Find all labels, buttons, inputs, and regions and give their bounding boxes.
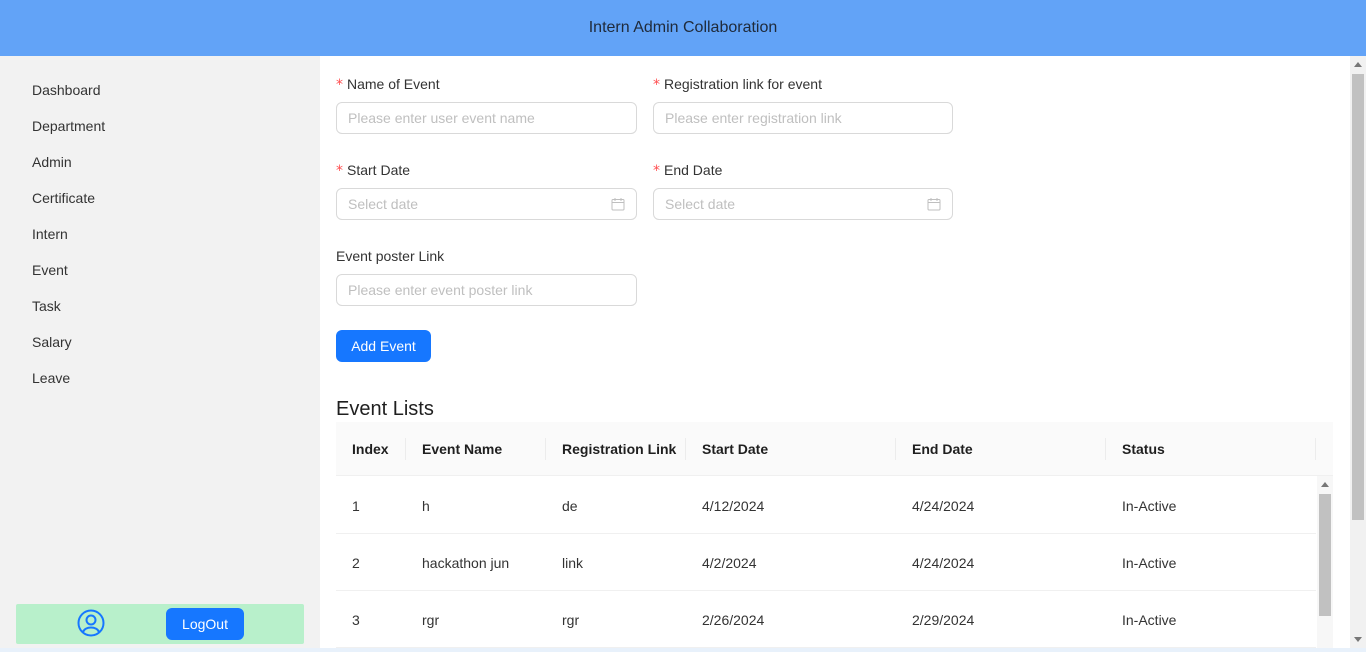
table-row[interactable]: 1 h de 4/12/2024 4/24/2024 In-Active [336, 477, 1316, 534]
cell-event-name: hackathon jun [422, 554, 510, 571]
main-content: * Name of Event Please enter user event n… [320, 56, 1350, 652]
cell-status: In-Active [1122, 497, 1177, 514]
table-scrollbar-thumb[interactable] [1319, 494, 1331, 616]
sidebar: Dashboard Department Admin Certificate I… [0, 56, 320, 652]
end-date-picker[interactable]: Select date [653, 188, 953, 220]
registration-link-label: * Registration link for event [653, 76, 822, 93]
logout-button[interactable]: LogOut [166, 608, 244, 640]
cell-registration-link: rgr [562, 611, 580, 628]
calendar-icon [927, 198, 941, 211]
poster-link-label: Event poster Link [336, 248, 445, 264]
cell-event-name: rgr [422, 611, 440, 628]
sidebar-item-leave[interactable]: Leave [32, 370, 70, 386]
poster-link-input[interactable]: Please enter event poster link [336, 274, 637, 306]
column-divider [895, 438, 896, 460]
column-header-registration-link[interactable]: Registration Link [562, 422, 676, 476]
sidebar-item-certificate[interactable]: Certificate [32, 190, 95, 206]
table-row[interactable]: 3 rgr rgr 2/26/2024 2/29/2024 In-Active [336, 591, 1316, 648]
sidebar-item-dashboard[interactable]: Dashboard [32, 82, 101, 98]
sidebar-item-intern[interactable]: Intern [32, 226, 68, 242]
cell-start-date: 4/2/2024 [702, 554, 757, 571]
cell-event-name: h [422, 497, 430, 514]
bottom-edge [0, 648, 1366, 652]
column-header-index[interactable]: Index [352, 422, 389, 476]
column-divider [545, 438, 546, 460]
cell-end-date: 2/29/2024 [912, 611, 975, 628]
column-header-start-date[interactable]: Start Date [702, 422, 768, 476]
column-divider [685, 438, 686, 460]
required-mark: * [653, 163, 660, 179]
event-name-input[interactable]: Please enter user event name [336, 102, 637, 134]
table-row[interactable]: 2 hackathon jun link 4/2/2024 4/24/2024 … [336, 534, 1316, 591]
required-mark: * [336, 77, 343, 93]
cell-end-date: 4/24/2024 [912, 554, 975, 571]
app-title: Intern Admin Collaboration [588, 19, 778, 36]
scroll-down-arrow-icon[interactable] [1354, 637, 1362, 642]
cell-index: 1 [352, 497, 360, 514]
add-event-button[interactable]: Add Event [336, 330, 431, 362]
start-date-label: * Start Date [336, 162, 411, 179]
end-date-label: * End Date [653, 162, 723, 179]
column-divider [1315, 438, 1316, 460]
event-table: Index Event Name Registration Link Start… [336, 422, 1333, 652]
sidebar-item-admin[interactable]: Admin [32, 154, 72, 170]
cell-registration-link: link [562, 554, 584, 571]
sidebar-item-event[interactable]: Event [32, 262, 68, 278]
scroll-up-arrow-icon[interactable] [1321, 482, 1329, 487]
page-scrollbar-thumb[interactable] [1352, 74, 1364, 520]
cell-end-date: 4/24/2024 [912, 497, 975, 514]
sidebar-item-department[interactable]: Department [32, 118, 105, 134]
sidebar-footer: LogOut [16, 604, 304, 644]
start-date-picker[interactable]: Select date [336, 188, 637, 220]
cell-index: 3 [352, 611, 360, 628]
registration-link-input[interactable]: Please enter registration link [653, 102, 953, 134]
required-mark: * [336, 163, 343, 179]
cell-index: 2 [352, 554, 360, 571]
cell-registration-link: de [562, 497, 578, 514]
event-name-label: * Name of Event [336, 76, 440, 93]
column-header-event-name[interactable]: Event Name [422, 422, 502, 476]
scroll-up-arrow-icon[interactable] [1354, 62, 1362, 67]
app-header: Intern Admin Collaboration [0, 0, 1366, 56]
user-circle-icon[interactable] [76, 608, 106, 638]
sidebar-item-task[interactable]: Task [32, 298, 61, 314]
cell-status: In-Active [1122, 611, 1177, 628]
page-scrollbar[interactable] [1350, 56, 1366, 652]
column-divider [1105, 438, 1106, 460]
event-list-title: Event Lists [336, 398, 434, 420]
cell-start-date: 2/26/2024 [702, 611, 765, 628]
column-header-end-date[interactable]: End Date [912, 422, 973, 476]
cell-status: In-Active [1122, 554, 1177, 571]
table-header: Index Event Name Registration Link Start… [336, 422, 1333, 476]
column-divider [405, 438, 406, 460]
sidebar-item-salary[interactable]: Salary [32, 334, 72, 350]
calendar-icon [611, 198, 625, 211]
required-mark: * [653, 77, 660, 93]
column-header-status[interactable]: Status [1122, 422, 1165, 476]
cell-start-date: 4/12/2024 [702, 497, 765, 514]
table-scrollbar[interactable] [1317, 476, 1333, 652]
